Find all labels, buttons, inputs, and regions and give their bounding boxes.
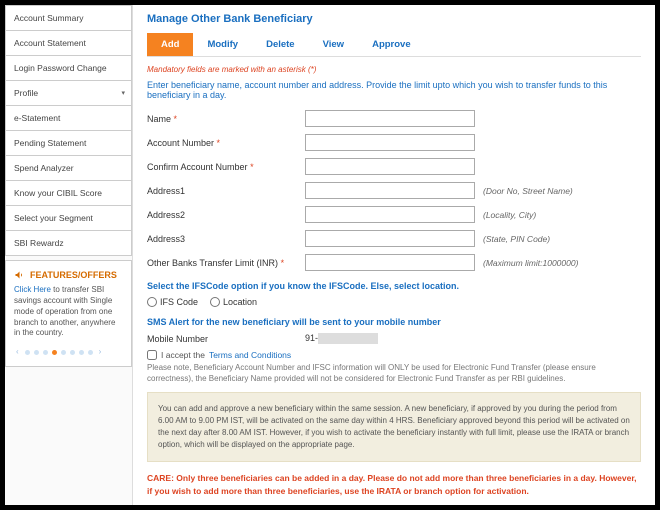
account-number-label: Account Number * <box>147 138 297 148</box>
terms-checkbox[interactable] <box>147 350 157 360</box>
address2-hint: (Locality, City) <box>483 210 536 220</box>
address1-label: Address1 <box>147 186 297 196</box>
carousel-dot[interactable] <box>25 350 30 355</box>
ifscode-radio-group: IFS Code Location <box>147 297 641 307</box>
address3-input[interactable] <box>305 230 475 247</box>
beneficiary-form: Name * Account Number * Confirm Account … <box>147 110 641 271</box>
tab-delete[interactable]: Delete <box>252 33 309 56</box>
nav-profile[interactable]: Profile <box>5 81 132 106</box>
mobile-number-value: 91- <box>305 333 378 344</box>
ifs-code-radio[interactable]: IFS Code <box>147 297 198 307</box>
ifscode-note: Select the IFSCode option if you know th… <box>147 281 641 291</box>
main-content: Manage Other Bank Beneficiary Add Modify… <box>133 5 655 505</box>
confirm-account-number-input[interactable] <box>305 158 475 175</box>
activation-info-box: You can add and approve a new beneficiar… <box>147 392 641 462</box>
page-title: Manage Other Bank Beneficiary <box>147 13 641 25</box>
address2-label: Address2 <box>147 210 297 220</box>
tab-add[interactable]: Add <box>147 33 193 56</box>
megaphone-icon <box>14 269 26 281</box>
nav-login-password-change[interactable]: Login Password Change <box>5 56 132 81</box>
offers-heading: FEATURES/OFFERS <box>14 269 123 281</box>
tab-view[interactable]: View <box>309 33 358 56</box>
carousel-dot[interactable] <box>70 350 75 355</box>
terms-text: I accept the <box>161 350 205 360</box>
name-input[interactable] <box>305 110 475 127</box>
nav-spend-analyzer[interactable]: Spend Analyzer <box>5 156 132 181</box>
mobile-number-label: Mobile Number <box>147 334 297 344</box>
nav-e-statement[interactable]: e-Statement <box>5 106 132 131</box>
offers-link[interactable]: Click Here <box>14 285 51 294</box>
care-warning: CARE: Only three beneficiaries can be ad… <box>147 472 641 498</box>
carousel-dot[interactable] <box>34 350 39 355</box>
carousel-dot[interactable] <box>61 350 66 355</box>
tab-modify[interactable]: Modify <box>193 33 252 56</box>
carousel-dot[interactable] <box>43 350 48 355</box>
sidebar: Account Summary Account Statement Login … <box>5 5 133 505</box>
nav-account-statement[interactable]: Account Statement <box>5 31 132 56</box>
address1-input[interactable] <box>305 182 475 199</box>
transfer-limit-input[interactable] <box>305 254 475 271</box>
terms-note: Please note, Beneficiary Account Number … <box>147 363 641 384</box>
carousel-next-icon[interactable]: › <box>99 347 102 358</box>
transfer-limit-hint: (Maximum limit:1000000) <box>483 258 578 268</box>
nav-cibil-score[interactable]: Know your CIBIL Score <box>5 181 132 206</box>
offers-panel: FEATURES/OFFERS Click Here to transfer S… <box>5 260 132 367</box>
sms-alert-note: SMS Alert for the new beneficiary will b… <box>147 317 641 327</box>
address3-label: Address3 <box>147 234 297 244</box>
nav-sbi-rewardz[interactable]: SBI Rewardz <box>5 231 132 256</box>
terms-link[interactable]: Terms and Conditions <box>209 350 291 360</box>
tab-approve[interactable]: Approve <box>358 33 425 56</box>
nav-pending-statement[interactable]: Pending Statement <box>5 131 132 156</box>
tabs: Add Modify Delete View Approve <box>147 33 641 57</box>
intro-text: Enter beneficiary name, account number a… <box>147 80 641 100</box>
carousel-dot[interactable] <box>88 350 93 355</box>
nav-account-summary[interactable]: Account Summary <box>5 5 132 31</box>
mobile-masked <box>318 333 378 344</box>
name-label: Name * <box>147 114 297 124</box>
offers-text: Click Here to transfer SBI savings accou… <box>14 285 123 339</box>
address2-input[interactable] <box>305 206 475 223</box>
confirm-account-number-label: Confirm Account Number * <box>147 162 297 172</box>
transfer-limit-label: Other Banks Transfer Limit (INR) * <box>147 258 297 268</box>
address1-hint: (Door No, Street Name) <box>483 186 573 196</box>
account-number-input[interactable] <box>305 134 475 151</box>
nav-select-segment[interactable]: Select your Segment <box>5 206 132 231</box>
mandatory-note: Mandatory fields are marked with an aste… <box>147 65 641 74</box>
location-radio[interactable]: Location <box>210 297 257 307</box>
carousel-dots: ‹ › <box>14 347 123 358</box>
carousel-dot[interactable] <box>79 350 84 355</box>
carousel-dot[interactable] <box>52 350 57 355</box>
carousel-prev-icon[interactable]: ‹ <box>16 347 19 358</box>
address3-hint: (State, PIN Code) <box>483 234 550 244</box>
